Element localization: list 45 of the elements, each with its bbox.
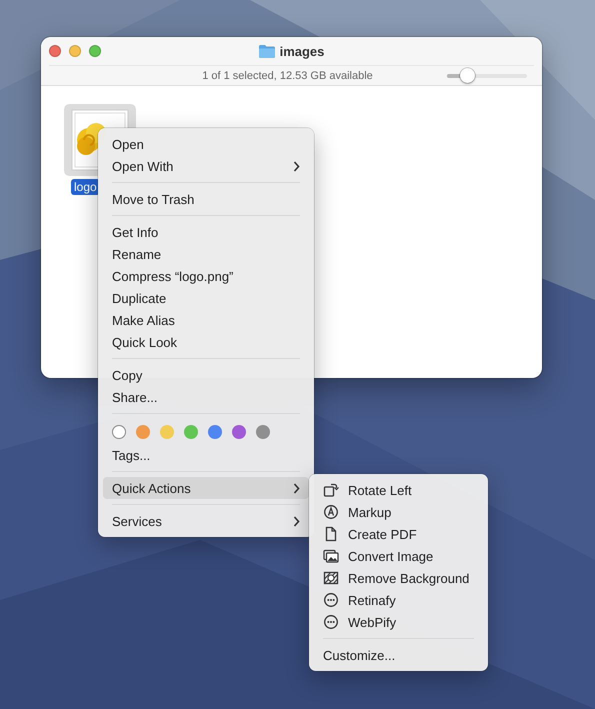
menu-item[interactable]: Markup — [314, 501, 483, 523]
menu-item[interactable]: Quick Look — [103, 331, 309, 353]
markup-icon — [323, 504, 339, 520]
menu-item[interactable]: Open — [103, 133, 309, 155]
slider-thumb[interactable] — [460, 68, 475, 83]
tag-color-button[interactable] — [160, 424, 174, 438]
photos-icon — [323, 548, 339, 564]
menu-item[interactable]: Retinafy — [314, 589, 483, 611]
window-title: images — [280, 44, 324, 58]
rotate-icon — [323, 482, 339, 498]
menu-item[interactable]: Convert Image — [314, 545, 483, 567]
menu-item[interactable]: Copy — [103, 364, 309, 386]
no-tag-button[interactable] — [112, 424, 126, 438]
tag-color-button[interactable] — [208, 424, 222, 438]
menu-item[interactable]: Duplicate — [103, 287, 309, 309]
tag-color-button[interactable] — [256, 424, 270, 438]
minimize-button[interactable] — [69, 45, 81, 57]
tag-color-button[interactable] — [232, 424, 246, 438]
menu-item[interactable]: Tags... — [103, 444, 309, 466]
menu-item[interactable]: Rename — [103, 243, 309, 265]
file-name[interactable]: logo — [71, 179, 100, 195]
menu-item[interactable]: Remove Background — [314, 567, 483, 589]
tag-color-button[interactable] — [136, 424, 150, 438]
menu-item[interactable]: Move to Trash — [103, 188, 309, 210]
menu-item[interactable]: Customize... — [314, 644, 483, 666]
folder-icon — [258, 44, 275, 58]
document-icon — [323, 526, 339, 542]
menu-item[interactable]: Compress “logo.png” — [103, 265, 309, 287]
ellipsis-circle-icon — [323, 592, 339, 608]
menu-item[interactable]: Create PDF — [314, 523, 483, 545]
menu-item[interactable]: Make Alias — [103, 309, 309, 331]
zoom-button[interactable] — [89, 45, 101, 57]
menu-item[interactable]: Rotate Left — [314, 479, 483, 501]
close-button[interactable] — [49, 45, 61, 57]
menu-item[interactable]: Get Info — [103, 221, 309, 243]
menu-item[interactable]: Services — [103, 510, 309, 532]
menu-item[interactable]: Quick Actions — [103, 477, 309, 499]
status-text: 1 of 1 selected, 12.53 GB available — [202, 70, 374, 82]
menu-item[interactable]: Open With — [103, 155, 309, 177]
remove-background-icon — [323, 570, 339, 586]
tag-color-button[interactable] — [184, 424, 198, 438]
ellipsis-circle-icon — [323, 614, 339, 630]
menu-item[interactable]: WebPify — [314, 611, 483, 633]
menu-item[interactable]: Share... — [103, 386, 309, 408]
zoom-slider[interactable] — [447, 68, 527, 84]
